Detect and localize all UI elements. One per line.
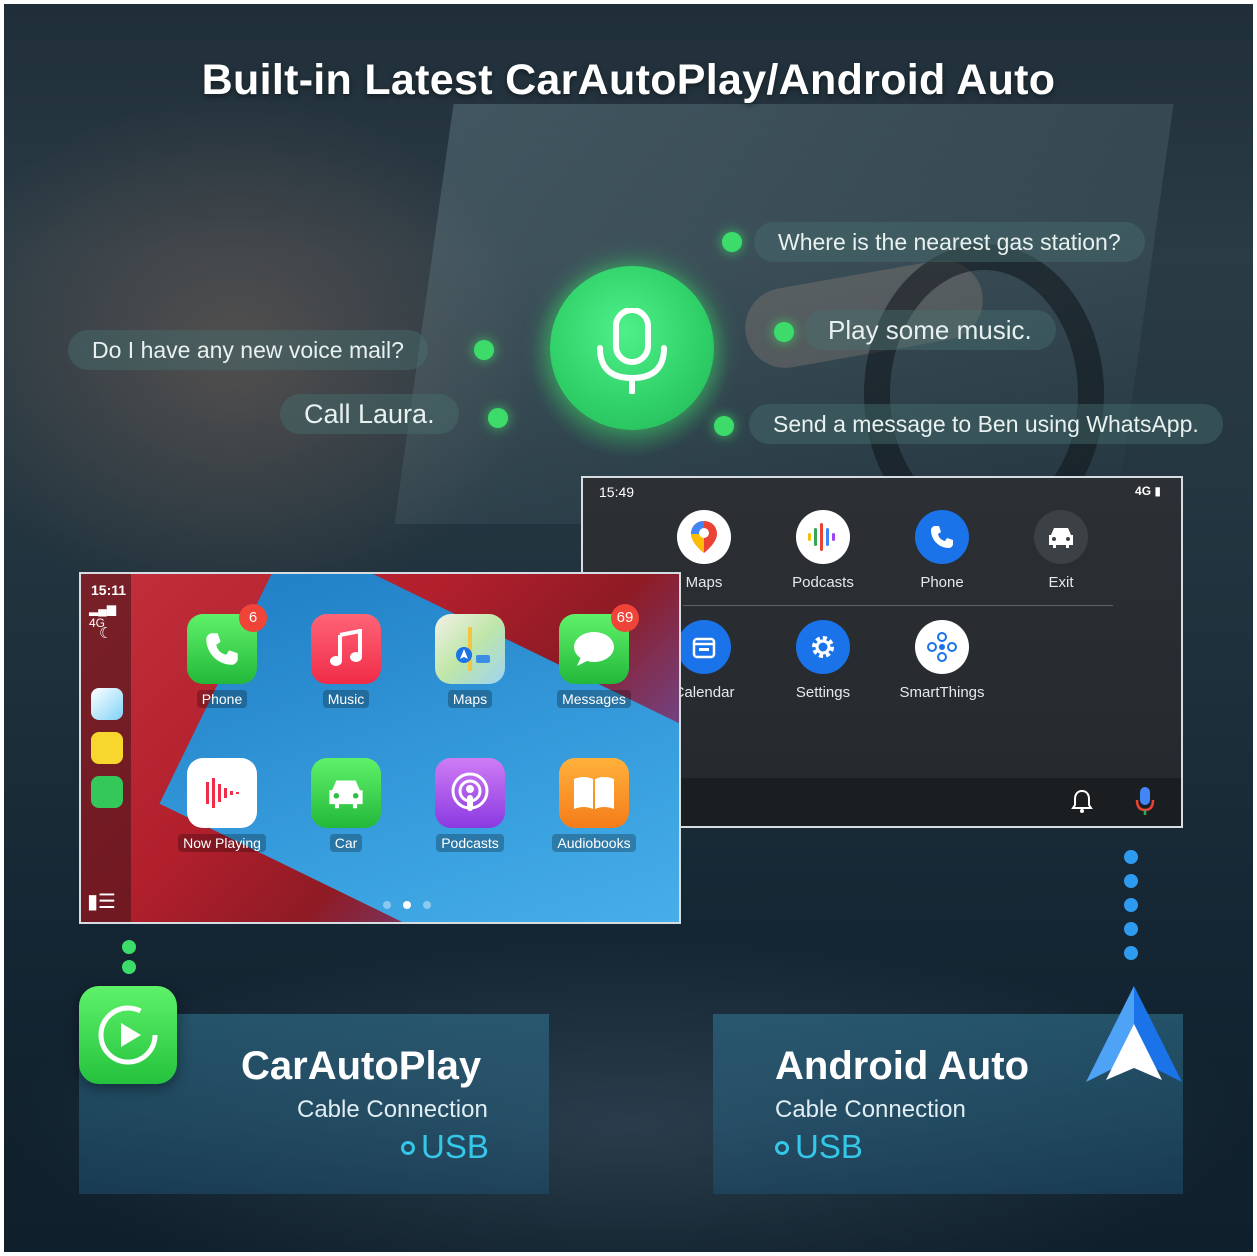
car-icon xyxy=(311,758,381,828)
aa-clock: 15:49 xyxy=(599,484,635,500)
connector-dot xyxy=(1124,922,1138,936)
promo-poster: Built-in Latest CarAutoPlay/Android Auto… xyxy=(4,4,1253,1252)
aa-network: 4G xyxy=(1135,484,1152,498)
usb-label: USB xyxy=(401,1128,489,1166)
calendar-icon xyxy=(677,620,731,674)
cp-clock: 15:11 xyxy=(91,582,127,598)
dashboard-toggle-icon[interactable]: ▮☰ xyxy=(87,889,116,914)
aa-app-label: SmartThings xyxy=(899,684,985,701)
phone-icon xyxy=(915,510,969,564)
voice-dot xyxy=(474,340,494,360)
usb-label: USB xyxy=(775,1128,863,1166)
aa-app-label: Exit xyxy=(1048,574,1074,591)
page-indicator[interactable] xyxy=(377,896,437,914)
voice-pill-gas-station: Where is the nearest gas station? xyxy=(754,222,1145,262)
carplay-logo-icon xyxy=(79,986,177,1084)
settings-gear-icon xyxy=(796,620,850,674)
aa-mic-icon[interactable] xyxy=(1135,786,1155,821)
aa-app-phone[interactable]: Phone xyxy=(887,510,997,591)
cp-app-label: Phone xyxy=(196,690,248,708)
cp-app-podcasts[interactable]: Podcasts xyxy=(415,758,525,853)
cp-app-maps[interactable]: Maps xyxy=(415,614,525,709)
voice-pill-whatsapp: Send a message to Ben using WhatsApp. xyxy=(749,404,1223,444)
cp-app-music[interactable]: Music xyxy=(291,614,401,709)
unread-badge: 6 xyxy=(239,604,267,632)
voice-dot xyxy=(488,408,508,428)
panel-subtitle: Cable Connection xyxy=(297,1096,488,1123)
headline: Built-in Latest CarAutoPlay/Android Auto xyxy=(201,56,1056,104)
aa-app-label: Podcasts xyxy=(792,574,854,591)
cp-app-label: Now Playing xyxy=(178,834,266,852)
connector-dot xyxy=(1124,874,1138,888)
sidebar-maps-icon[interactable] xyxy=(91,688,123,720)
voice-assistant-button[interactable] xyxy=(550,266,714,430)
cp-app-label: Music xyxy=(322,690,370,708)
connector-dot xyxy=(1124,898,1138,912)
connector-dot xyxy=(122,960,136,974)
unread-badge: 69 xyxy=(611,604,639,632)
carplay-screen: 15:11 ▂▄▆ 4G ☾ ▮☰ 6 Phone Music Maps 69 … xyxy=(79,572,681,924)
aa-app-settings[interactable]: Settings xyxy=(768,620,878,701)
voice-dot xyxy=(774,322,794,342)
panel-title: Android Auto xyxy=(775,1044,1030,1088)
carplay-sidebar: 15:11 ▂▄▆ 4G ☾ ▮☰ xyxy=(81,574,131,922)
car-exit-icon xyxy=(1034,510,1088,564)
cp-app-label: Messages xyxy=(557,690,631,708)
cp-app-label: Audiobooks xyxy=(552,834,636,852)
now-playing-waveform-icon xyxy=(187,758,257,828)
phone-icon: 6 xyxy=(187,604,267,684)
aa-app-label: Phone xyxy=(920,574,964,591)
cp-app-phone[interactable]: 6 Phone xyxy=(167,604,277,709)
connector-dot xyxy=(122,940,136,954)
cp-app-audiobooks[interactable]: Audiobooks xyxy=(539,758,649,853)
cp-app-label: Maps xyxy=(447,690,493,708)
podcasts-icon xyxy=(435,758,505,828)
android-auto-logo-icon xyxy=(1084,984,1184,1093)
podcasts-icon xyxy=(796,510,850,564)
maps-icon xyxy=(435,614,505,684)
voice-dot xyxy=(714,416,734,436)
moon-icon: ☾ xyxy=(99,625,113,642)
cp-app-label: Car xyxy=(329,834,363,852)
cp-app-label: Podcasts xyxy=(436,834,504,852)
voice-pill-voicemail: Do I have any new voice mail? xyxy=(68,330,428,370)
open-book-icon xyxy=(559,758,629,828)
usb-dot-icon xyxy=(401,1141,415,1155)
cp-app-now-playing[interactable]: Now Playing xyxy=(167,758,277,853)
aa-row-divider xyxy=(683,605,1113,606)
maps-pin-icon xyxy=(677,510,731,564)
message-bubble-icon: 69 xyxy=(559,604,639,684)
aa-app-smartthings[interactable]: SmartThings xyxy=(887,620,997,701)
voice-pill-call-laura: Call Laura. xyxy=(280,394,459,434)
aa-app-exit[interactable]: Exit xyxy=(1006,510,1116,591)
music-note-icon xyxy=(311,614,381,684)
sidebar-music-icon[interactable] xyxy=(91,732,123,764)
cp-app-messages[interactable]: 69 Messages xyxy=(539,604,649,709)
connector-dot xyxy=(1124,850,1138,864)
usb-text: USB xyxy=(795,1128,863,1165)
aa-app-podcasts[interactable]: Podcasts xyxy=(768,510,878,591)
cp-app-car[interactable]: Car xyxy=(291,758,401,853)
aa-signal: 4G ▮ xyxy=(1135,484,1161,498)
sidebar-phone-icon[interactable] xyxy=(91,776,123,808)
notification-bell-icon[interactable] xyxy=(1071,788,1093,819)
aa-app-label: Settings xyxy=(795,684,851,701)
smartthings-icon xyxy=(915,620,969,674)
microphone-icon xyxy=(597,308,667,394)
voice-pill-play-music: Play some music. xyxy=(804,310,1056,350)
voice-dot xyxy=(722,232,742,252)
panel-subtitle: Cable Connection xyxy=(775,1096,966,1123)
usb-text: USB xyxy=(421,1128,489,1165)
connector-dot xyxy=(1124,946,1138,960)
panel-title: CarAutoPlay xyxy=(241,1044,482,1088)
usb-dot-icon xyxy=(775,1141,789,1155)
